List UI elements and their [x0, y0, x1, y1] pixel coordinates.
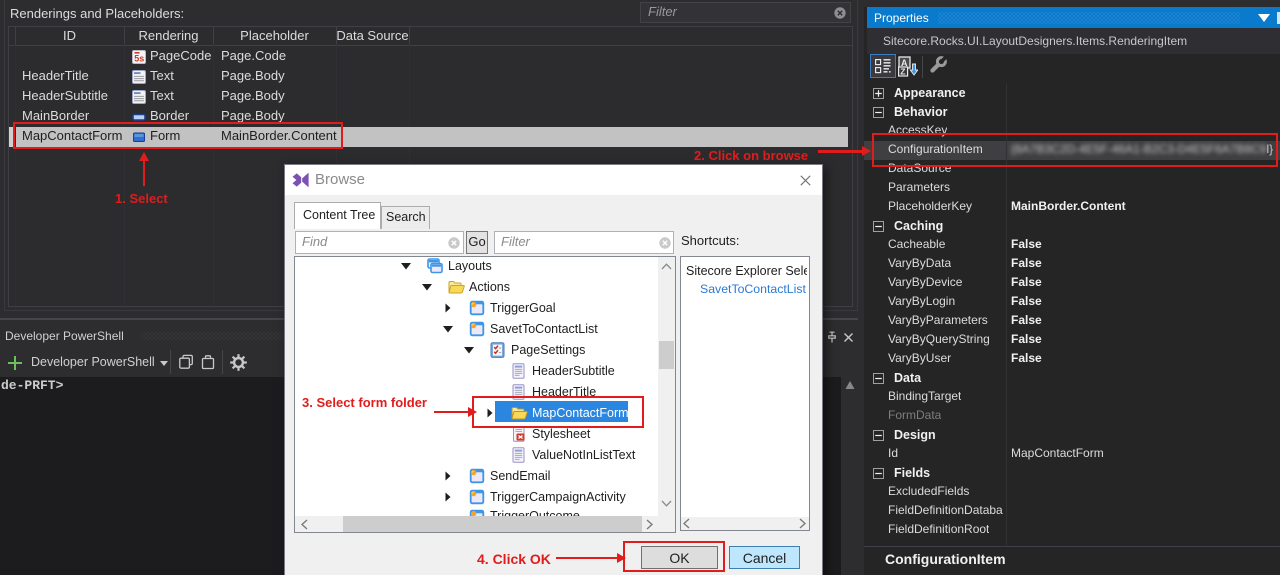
svg-text:Z: Z: [900, 67, 905, 77]
svg-text:5s: 5s: [134, 54, 144, 64]
